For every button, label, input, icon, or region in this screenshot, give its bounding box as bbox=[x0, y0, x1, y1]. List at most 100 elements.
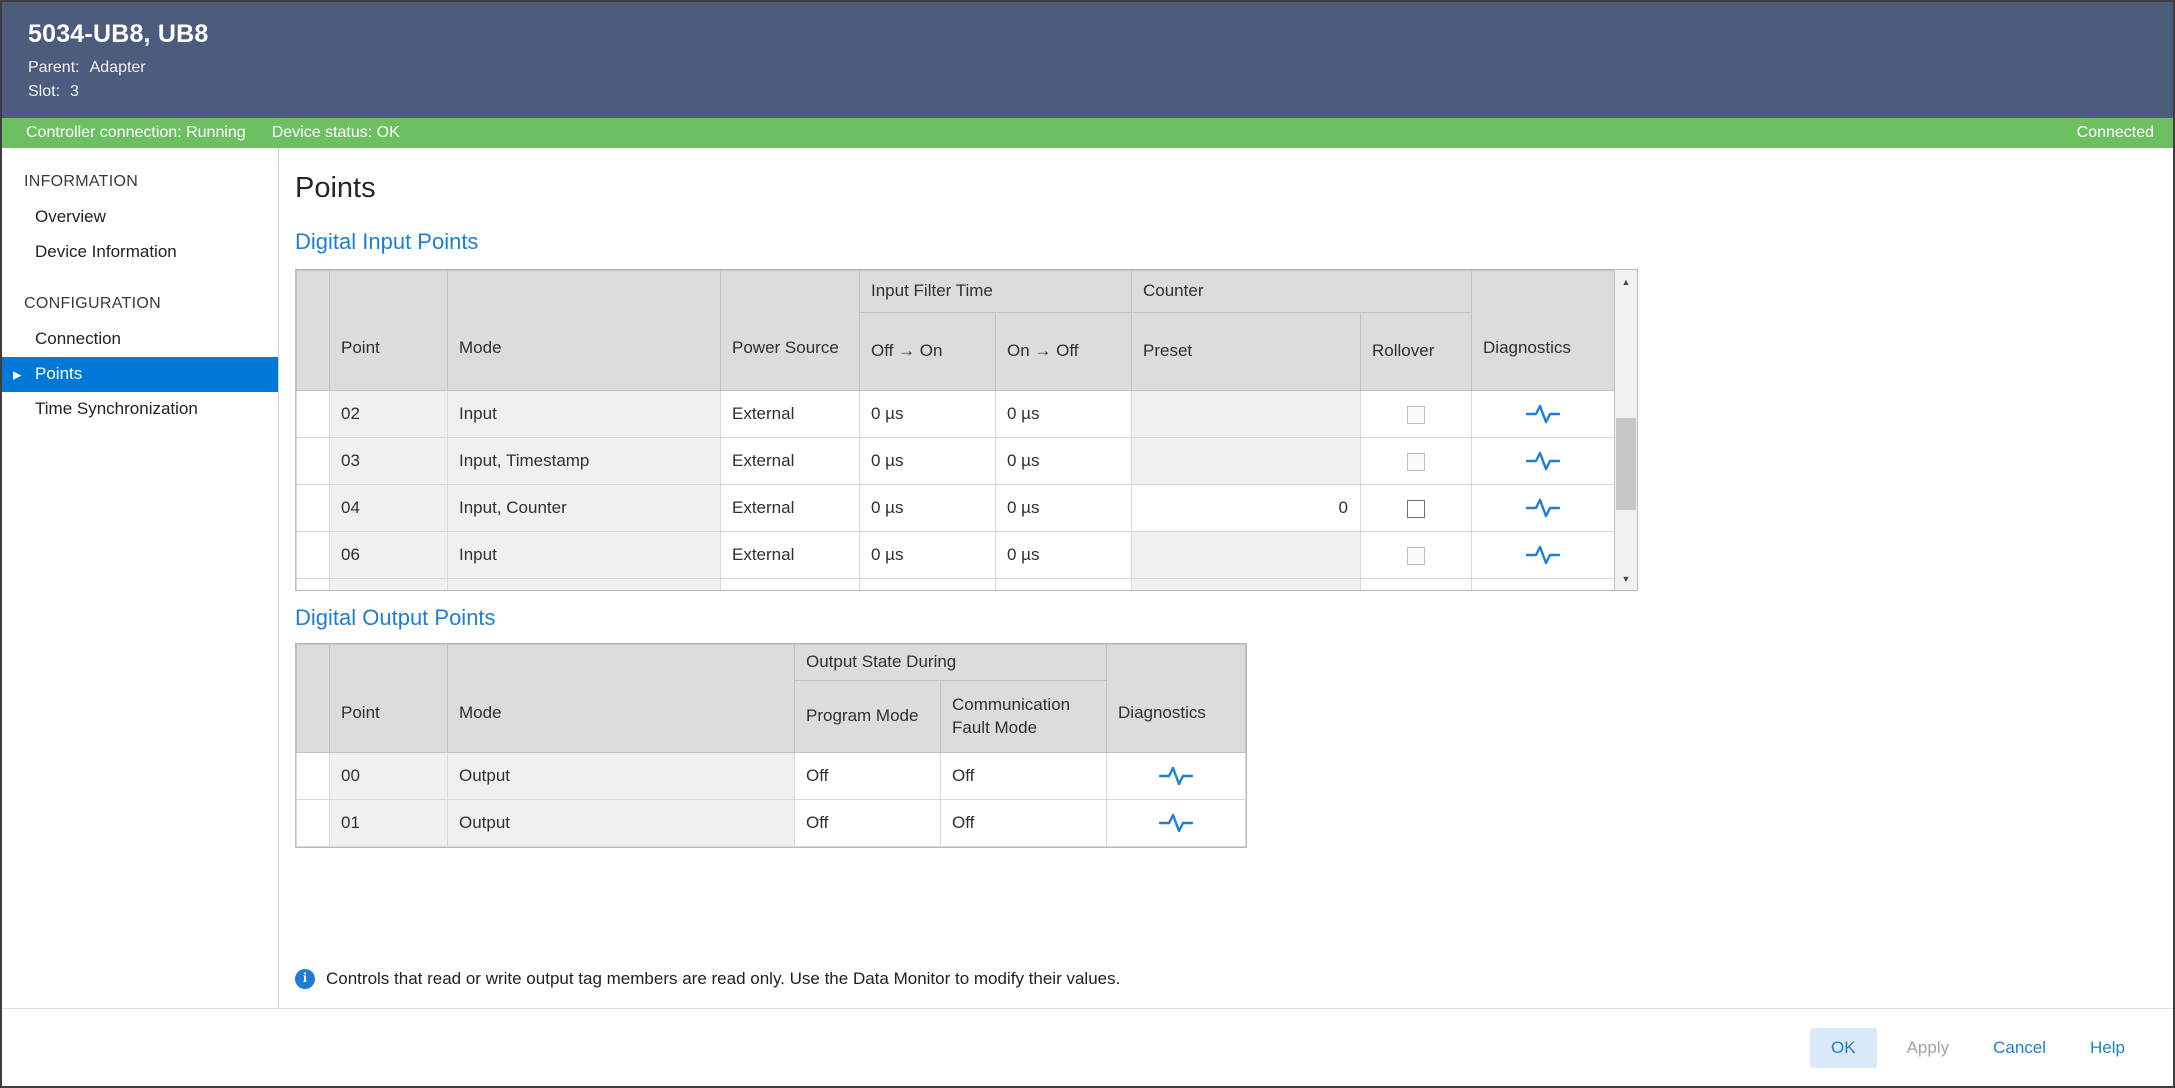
diagnostics-pulse-icon[interactable] bbox=[1526, 450, 1560, 469]
row-selector[interactable] bbox=[297, 800, 330, 847]
cell-rollover bbox=[1361, 485, 1472, 532]
diagnostics-pulse-icon[interactable] bbox=[1159, 812, 1193, 831]
cell-comm-fault-mode[interactable]: Off bbox=[941, 753, 1107, 800]
apply-button[interactable]: Apply bbox=[1893, 1028, 1964, 1068]
cell-rollover bbox=[1361, 391, 1472, 438]
footer-button-bar: OK Apply Cancel Help bbox=[2, 1008, 2173, 1086]
col-header-preset: Preset bbox=[1132, 313, 1361, 391]
nav-header-configuration: CONFIGURATION bbox=[2, 286, 278, 322]
cell-preset[interactable]: 0 bbox=[1132, 485, 1361, 532]
cell-program-mode[interactable]: Off bbox=[795, 800, 941, 847]
parent-line: Parent:Adapter bbox=[28, 59, 2173, 77]
cancel-button[interactable]: Cancel bbox=[1979, 1028, 2060, 1068]
table-row: 06 Input External 0 µs 0 µs bbox=[297, 532, 1615, 579]
cell-point: 03 bbox=[330, 438, 448, 485]
vertical-scrollbar[interactable]: ▲ ▼ bbox=[1614, 270, 1637, 590]
cell-preset bbox=[1132, 391, 1361, 438]
slot-label: Slot: bbox=[28, 83, 60, 100]
cell-diagnostics[interactable] bbox=[1472, 485, 1615, 532]
cell-mode: Output bbox=[448, 753, 795, 800]
col-header-mode: Mode bbox=[448, 271, 721, 391]
ok-button[interactable]: OK bbox=[1810, 1028, 1877, 1068]
cell-filter-off-on[interactable]: 0 µs bbox=[860, 438, 996, 485]
col-header-diagnostics: Diagnostics bbox=[1472, 271, 1615, 391]
col-header-program-mode: Program Mode bbox=[795, 681, 941, 753]
readonly-note: i Controls that read or write output tag… bbox=[295, 969, 2173, 989]
table-row: 03 Input, Timestamp External 0 µs 0 µs bbox=[297, 438, 1615, 485]
cell-comm-fault-mode[interactable]: Off bbox=[941, 800, 1107, 847]
cell-preset bbox=[1132, 579, 1361, 592]
row-selector-header bbox=[297, 645, 330, 753]
cell-diagnostics[interactable] bbox=[1472, 532, 1615, 579]
cell-filter-on-off[interactable]: 0 µs bbox=[996, 485, 1132, 532]
cell-diagnostics[interactable] bbox=[1107, 753, 1246, 800]
cell-preset bbox=[1132, 532, 1361, 579]
selected-arrow-icon: ▶ bbox=[13, 368, 21, 381]
connection-state: Connected bbox=[2077, 124, 2154, 142]
rollover-checkbox bbox=[1407, 547, 1425, 565]
row-selector[interactable] bbox=[297, 438, 330, 485]
cell-power-source[interactable]: External bbox=[721, 579, 860, 592]
sidebar-item-time-synchronization[interactable]: ▶Time Synchronization bbox=[2, 392, 278, 427]
cell-mode: Input, Timestamp bbox=[448, 438, 721, 485]
cell-diagnostics[interactable] bbox=[1472, 438, 1615, 485]
sidebar-item-device-information[interactable]: ▶Device Information bbox=[2, 235, 278, 270]
cell-power-source[interactable]: External bbox=[721, 532, 860, 579]
device-profile-window: 5034-UB8, UB8 Parent:Adapter Slot: 3 Cont… bbox=[0, 0, 2175, 1088]
cell-point: 07 bbox=[330, 579, 448, 592]
col-group-output-state-during: Output State During bbox=[795, 645, 1107, 681]
slot-line: Slot: 3 bbox=[28, 83, 2173, 101]
col-header-power-source: Power Source bbox=[721, 271, 860, 391]
device-title: 5034-UB8, UB8 bbox=[28, 20, 2173, 49]
cell-power-source[interactable]: External bbox=[721, 485, 860, 532]
cell-filter-off-on[interactable]: 0 µs bbox=[860, 579, 996, 592]
rollover-checkbox bbox=[1407, 406, 1425, 424]
cell-filter-on-off[interactable]: 0 µs bbox=[996, 438, 1132, 485]
nav-section-information: INFORMATION ▶Overview ▶Device Informatio… bbox=[2, 164, 278, 270]
row-selector[interactable] bbox=[297, 579, 330, 592]
cell-filter-on-off[interactable]: 0 µs bbox=[996, 532, 1132, 579]
cell-rollover bbox=[1361, 438, 1472, 485]
cell-power-source[interactable]: External bbox=[721, 391, 860, 438]
cell-filter-off-on[interactable]: 0 µs bbox=[860, 391, 996, 438]
cell-point: 01 bbox=[330, 800, 448, 847]
page-title: Points bbox=[295, 172, 2173, 205]
sidebar-item-overview[interactable]: ▶Overview bbox=[2, 200, 278, 235]
row-selector[interactable] bbox=[297, 532, 330, 579]
cell-diagnostics[interactable] bbox=[1472, 579, 1615, 592]
row-selector[interactable] bbox=[297, 391, 330, 438]
cell-diagnostics[interactable] bbox=[1472, 391, 1615, 438]
status-bar: Controller connection: Running Device st… bbox=[2, 118, 2173, 148]
cell-rollover bbox=[1361, 532, 1472, 579]
cell-filter-off-on[interactable]: 0 µs bbox=[860, 532, 996, 579]
cell-power-source[interactable]: External bbox=[721, 438, 860, 485]
cell-filter-on-off[interactable]: 0 µs bbox=[996, 579, 1132, 592]
slot-value: 3 bbox=[70, 83, 79, 100]
cell-diagnostics[interactable] bbox=[1107, 800, 1246, 847]
diagnostics-pulse-icon[interactable] bbox=[1526, 497, 1560, 516]
cell-preset bbox=[1132, 438, 1361, 485]
sidebar-item-points[interactable]: ▶Points bbox=[2, 357, 278, 392]
row-selector[interactable] bbox=[297, 753, 330, 800]
col-header-diagnostics: Diagnostics bbox=[1107, 645, 1246, 753]
help-button[interactable]: Help bbox=[2076, 1028, 2139, 1068]
scroll-down-icon[interactable]: ▼ bbox=[1615, 567, 1637, 590]
cell-filter-on-off[interactable]: 0 µs bbox=[996, 391, 1132, 438]
table-row: 00 Output Off Off bbox=[297, 753, 1246, 800]
sidebar: INFORMATION ▶Overview ▶Device Informatio… bbox=[2, 148, 279, 1008]
cell-program-mode[interactable]: Off bbox=[795, 753, 941, 800]
digital-input-points-heading: Digital Input Points bbox=[295, 229, 2173, 255]
diagnostics-pulse-icon[interactable] bbox=[1526, 544, 1560, 563]
diagnostics-pulse-icon[interactable] bbox=[1526, 403, 1560, 422]
rollover-checkbox[interactable] bbox=[1407, 500, 1425, 518]
row-selector[interactable] bbox=[297, 485, 330, 532]
col-header-point: Point bbox=[330, 645, 448, 753]
scroll-up-icon[interactable]: ▲ bbox=[1615, 270, 1637, 293]
sidebar-item-connection[interactable]: ▶Connection bbox=[2, 322, 278, 357]
cell-point: 06 bbox=[330, 532, 448, 579]
device-status: Device status: OK bbox=[272, 124, 400, 142]
col-header-point: Point bbox=[330, 271, 448, 391]
diagnostics-pulse-icon[interactable] bbox=[1159, 765, 1193, 784]
cell-filter-off-on[interactable]: 0 µs bbox=[860, 485, 996, 532]
scrollbar-thumb[interactable] bbox=[1616, 418, 1636, 510]
